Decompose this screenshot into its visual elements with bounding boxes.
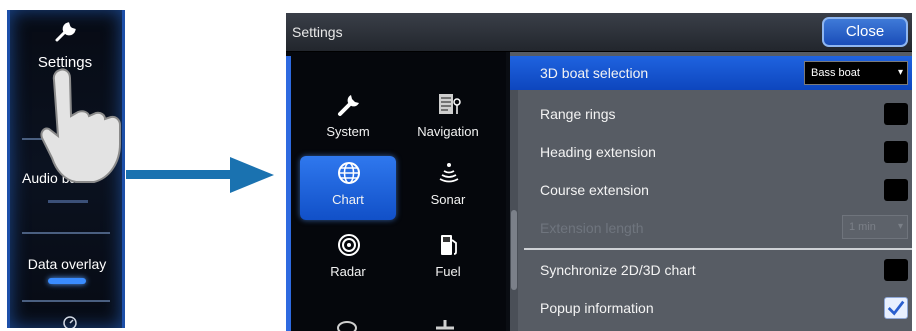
dropdown-caret-icon: ▾ xyxy=(897,67,903,78)
settings-list: 3D boat selection Bass boat ▾ Range ring… xyxy=(510,52,912,331)
dropdown-value: 1 min xyxy=(849,221,876,233)
setting-synchronize-2d-3d[interactable]: Synchronize 2D/3D chart xyxy=(524,252,912,288)
category-radar[interactable]: Radar xyxy=(300,228,396,292)
setting-popup-information[interactable]: Popup information xyxy=(524,290,912,326)
divider xyxy=(22,300,110,302)
data-overlay-label[interactable]: Data overlay xyxy=(14,256,120,272)
dropdown-value: Bass boat xyxy=(811,67,860,79)
category-partial-icon[interactable] xyxy=(432,314,458,331)
category-label: Navigation xyxy=(417,124,479,139)
category-label: System xyxy=(326,124,370,139)
course-extension-checkbox[interactable] xyxy=(884,179,908,201)
arrow-icon xyxy=(126,157,274,193)
category-label: Radar xyxy=(330,264,366,279)
scrollbar-thumb[interactable] xyxy=(511,210,517,290)
data-overlay-toggle[interactable] xyxy=(48,278,86,284)
category-fuel[interactable]: Fuel xyxy=(400,228,496,292)
category-chart[interactable]: Chart xyxy=(300,156,396,220)
divider xyxy=(22,232,110,234)
dropdown-caret-icon: ▾ xyxy=(897,221,903,232)
boat-selection-dropdown[interactable]: Bass boat ▾ xyxy=(804,61,908,85)
heading-extension-checkbox[interactable] xyxy=(884,141,908,163)
category-system[interactable]: System xyxy=(300,88,396,152)
setting-label: Popup information xyxy=(540,300,654,316)
popup-information-checkbox[interactable] xyxy=(884,297,908,319)
navigation-icon xyxy=(439,94,461,114)
setting-extension-length: Extension length 1 min ▾ xyxy=(524,210,912,246)
divider xyxy=(524,248,912,250)
setting-label: Synchronize 2D/3D chart xyxy=(540,262,696,278)
close-button[interactable]: Close xyxy=(822,17,908,47)
category-label: Fuel xyxy=(435,264,461,279)
radar-icon xyxy=(338,234,360,256)
globe-icon xyxy=(338,162,360,184)
category-label: Sonar xyxy=(430,192,466,207)
category-panel: System Navigation Chart Sonar Radar Fuel xyxy=(286,52,506,331)
category-sonar[interactable]: Sonar xyxy=(400,156,496,220)
range-rings-checkbox[interactable] xyxy=(884,103,908,125)
extension-length-dropdown: 1 min ▾ xyxy=(842,215,908,239)
setting-range-rings[interactable]: Range rings xyxy=(524,96,912,132)
wrench-icon xyxy=(338,95,359,116)
setting-heading-extension[interactable]: Heading extension xyxy=(524,134,912,170)
title-bar: Settings Close xyxy=(286,13,912,52)
window-title: Settings xyxy=(292,24,343,40)
gauge-icon[interactable] xyxy=(62,315,78,328)
fuel-pump-icon xyxy=(441,235,457,255)
setting-3d-boat-selection[interactable]: 3D boat selection Bass boat ▾ xyxy=(510,56,912,90)
wrench-icon xyxy=(55,22,76,42)
category-partial-icon[interactable] xyxy=(334,314,360,331)
setting-label: Extension length xyxy=(540,220,644,236)
synchronize-checkbox[interactable] xyxy=(884,259,908,281)
setting-label: 3D boat selection xyxy=(540,65,649,81)
hand-pointer-icon xyxy=(40,68,121,183)
scrollbar[interactable] xyxy=(510,90,518,331)
setting-label: Range rings xyxy=(540,106,616,122)
setting-label: Heading extension xyxy=(540,144,656,160)
setting-course-extension[interactable]: Course extension xyxy=(524,172,912,208)
checkmark-icon xyxy=(887,300,905,316)
category-navigation[interactable]: Navigation xyxy=(400,88,496,152)
category-label: Chart xyxy=(332,192,364,207)
panel-accent xyxy=(286,56,291,331)
sonar-icon xyxy=(439,163,459,183)
setting-label: Course extension xyxy=(540,182,649,198)
audio-bar-indicator xyxy=(48,200,88,203)
settings-window: Settings Close System Navigation Chart S… xyxy=(286,13,912,331)
